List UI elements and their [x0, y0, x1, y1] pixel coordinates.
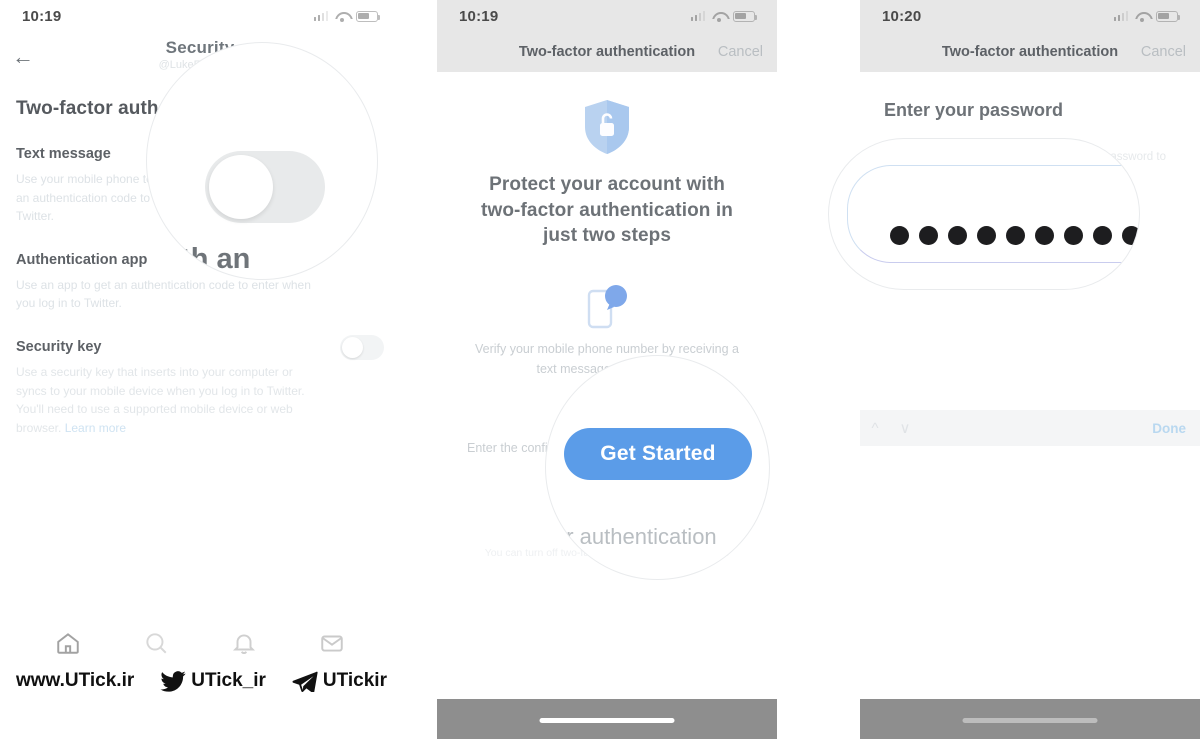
status-time: 10:19 — [22, 7, 62, 25]
magnified-text: ith an — [173, 243, 251, 275]
branding-footer: www.UTick.ir UTick_ir UTickir — [0, 670, 400, 693]
intro-headline: Protect your account with two-factor aut… — [481, 174, 733, 247]
bell-icon[interactable] — [231, 630, 257, 656]
mail-icon[interactable] — [319, 630, 345, 656]
learn-more-link[interactable]: Learn more — [65, 421, 126, 435]
sheet-title: Two-factor authentication — [518, 44, 696, 60]
setting-description: Use a security key that inserts into you… — [16, 363, 316, 437]
password-dot — [1064, 226, 1083, 245]
password-dot — [1122, 226, 1139, 245]
home-indicator[interactable] — [962, 718, 1098, 723]
chevron-up-icon[interactable]: ^ — [860, 420, 890, 437]
keyboard-accessory-bar: ^ ∨ Done — [860, 410, 1200, 446]
status-time: 10:20 — [882, 7, 922, 25]
magnifier-toggle-switch: ith an — [146, 42, 378, 280]
password-dot — [1035, 226, 1054, 245]
home-indicator-bar — [437, 699, 777, 739]
back-arrow-icon[interactable]: ← — [12, 46, 34, 68]
sheet-navigation-bar: Two-factor authentication Cancel — [437, 32, 777, 72]
telegram-icon — [292, 671, 318, 693]
password-input[interactable] — [847, 165, 1139, 263]
password-dot — [919, 226, 938, 245]
website-text: www.UTick.ir — [16, 670, 135, 691]
security-key-toggle[interactable] — [340, 334, 384, 360]
wifi-icon — [712, 11, 726, 22]
telegram-handle-text: UTickir — [322, 670, 387, 691]
password-dot — [890, 226, 909, 245]
battery-icon — [1156, 10, 1181, 22]
setting-row-security-key[interactable]: Security key Use a security key that ins… — [16, 334, 384, 437]
signal-bars-icon — [690, 11, 705, 21]
shield-lock-icon — [581, 98, 633, 156]
battery-icon — [356, 10, 381, 22]
status-bar: 10:19 — [437, 0, 777, 32]
bottom-tab-bar — [0, 630, 400, 656]
status-icons — [690, 10, 758, 22]
home-indicator-bar — [860, 699, 1200, 739]
twitter-handle-item: UTick_ir — [160, 670, 266, 692]
cancel-button[interactable]: Cancel — [1141, 44, 1186, 60]
twitter-bird-icon — [160, 670, 186, 692]
wifi-icon — [1135, 11, 1149, 22]
magnified-text: or authentication — [554, 524, 717, 549]
screenshot-collage: 10:19 ← Security @LukeFilipowicz Two-fac… — [0, 0, 1200, 739]
twitter-handle-text: UTick_ir — [191, 670, 266, 691]
password-dots — [890, 226, 1139, 245]
status-time: 10:19 — [459, 7, 499, 25]
status-bar: 10:19 — [0, 0, 400, 32]
cancel-button[interactable]: Cancel — [718, 44, 763, 60]
sheet-navigation-bar: Two-factor authentication Cancel — [860, 32, 1200, 72]
get-started-button[interactable]: Get Started — [564, 428, 752, 480]
home-icon[interactable] — [55, 630, 81, 656]
setting-description: Use an app to get an authentication code… — [16, 277, 311, 311]
signal-bars-icon — [313, 11, 328, 21]
wifi-icon — [335, 11, 349, 22]
sheet-title: Two-factor authentication — [941, 44, 1119, 60]
page-title: Security — [165, 38, 235, 57]
phone-message-icon — [584, 283, 630, 331]
authentication-app-toggle[interactable] — [205, 151, 325, 223]
telegram-handle-item: UTickir — [292, 670, 387, 693]
chevron-down-icon[interactable]: ∨ — [890, 419, 920, 437]
battery-icon — [733, 10, 758, 22]
website-label: www.UTick.ir — [16, 670, 134, 692]
magnifier-get-started: Get Started or authentication — [545, 355, 770, 580]
magnifier-password-field — [828, 138, 1140, 290]
phone-screen-password-entry: 10:20 Two-factor authentication Cancel E… — [860, 0, 1200, 739]
search-icon[interactable] — [143, 630, 169, 656]
home-indicator[interactable] — [539, 718, 675, 723]
setting-title: Security key — [16, 338, 102, 355]
password-dot — [1006, 226, 1025, 245]
signal-bars-icon — [1113, 11, 1128, 21]
status-icons — [1113, 10, 1181, 22]
status-bar: 10:20 — [860, 0, 1200, 32]
password-heading: Enter your password — [884, 100, 1064, 120]
password-dot — [1093, 226, 1112, 245]
setting-description-text: Use a security key that inserts into you… — [16, 364, 305, 435]
password-dot — [948, 226, 967, 245]
status-icons — [313, 10, 381, 22]
done-button[interactable]: Done — [1152, 421, 1186, 436]
password-dot — [977, 226, 996, 245]
